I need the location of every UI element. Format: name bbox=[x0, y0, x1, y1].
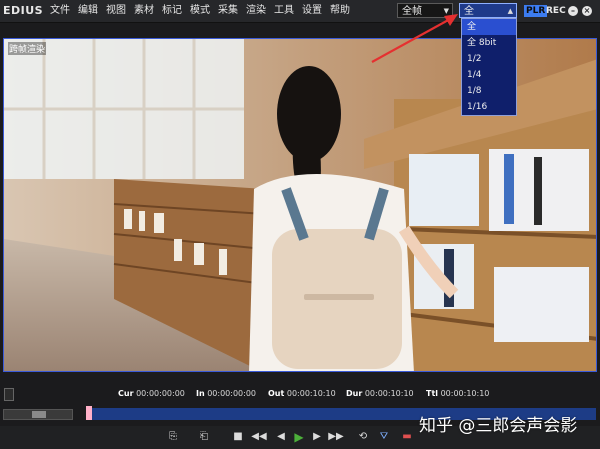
resolution-dropdown: 全 全 8bit 1/2 1/4 1/8 1/16 bbox=[461, 18, 517, 116]
dropdown-option[interactable]: 1/2 bbox=[462, 51, 516, 67]
dropdown-option[interactable]: 1/8 bbox=[462, 83, 516, 99]
dropdown-option[interactable]: 1/16 bbox=[462, 99, 516, 115]
dropdown-option[interactable]: 1/4 bbox=[462, 67, 516, 83]
dropdown-option[interactable]: 全 bbox=[462, 19, 516, 35]
edius-window: EDIUS 文件 编辑 视图 素材 标记 模式 采集 渲染 工具 设置 帮助 全… bbox=[0, 0, 600, 449]
watermark-text: 知乎 @三郎会声会影 bbox=[419, 416, 578, 436]
dropdown-option[interactable]: 全 8bit bbox=[462, 35, 516, 51]
